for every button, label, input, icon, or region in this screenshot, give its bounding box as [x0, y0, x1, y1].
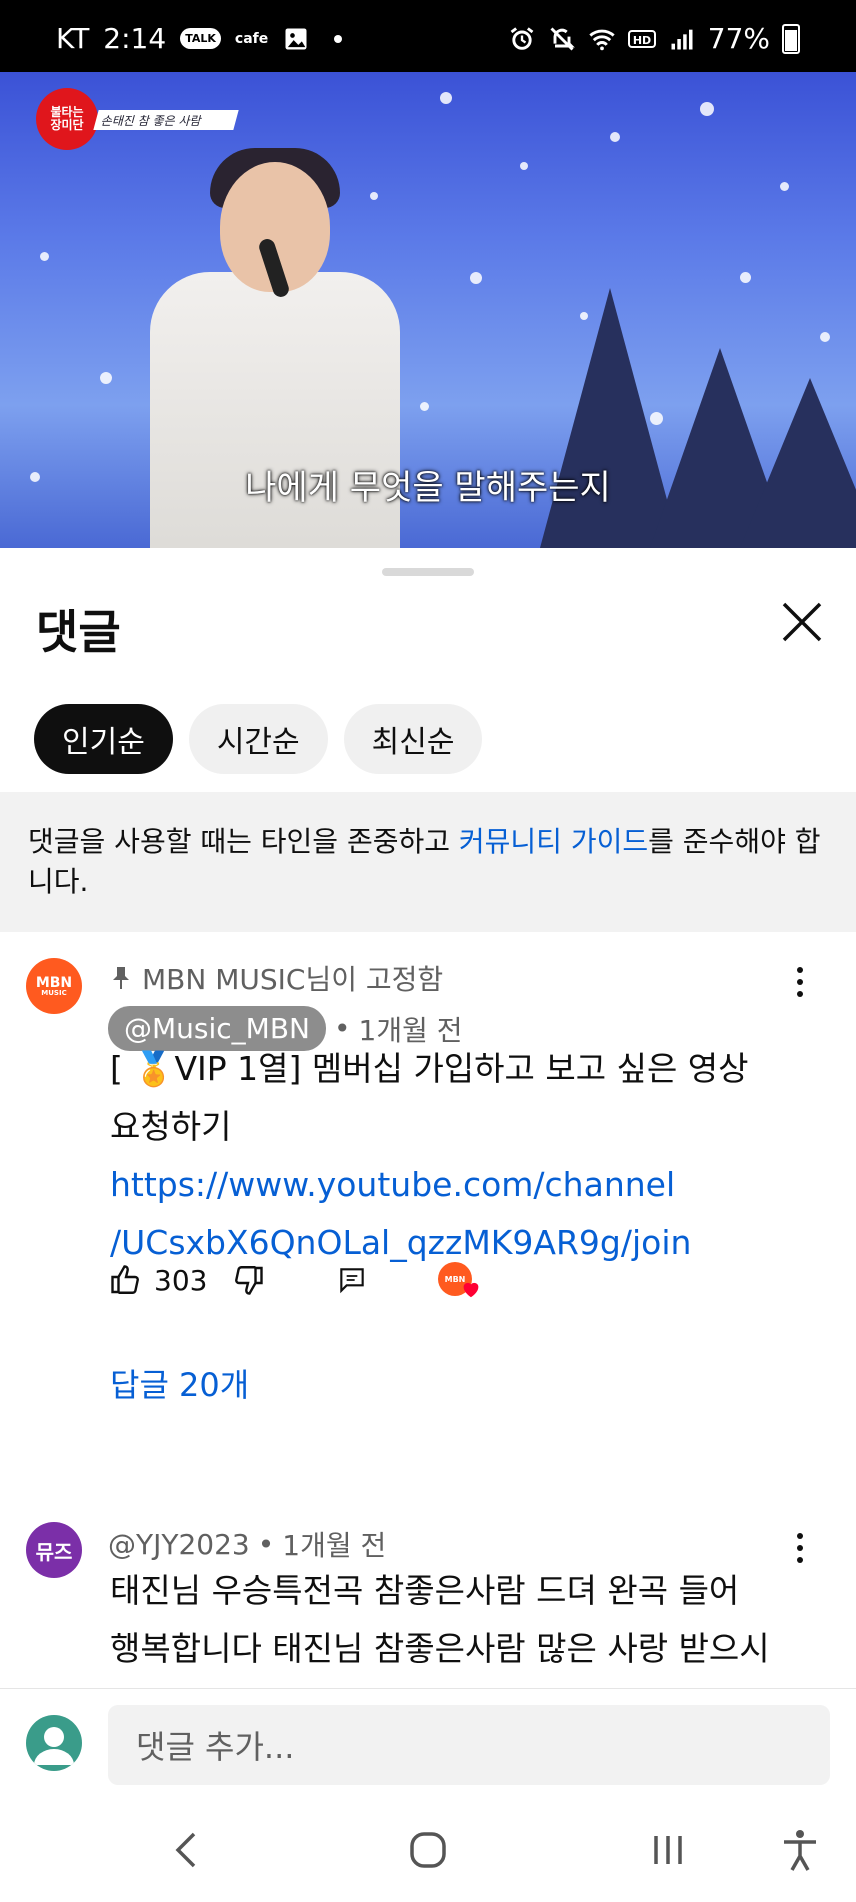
- video-subtitle: 나에게 무엇을 말해주는지: [245, 468, 611, 508]
- community-guide-link[interactable]: 커뮤니티 가이드: [459, 825, 648, 858]
- comment-input[interactable]: 댓글 추가...: [108, 1705, 830, 1785]
- hd-voice-icon: HD: [627, 29, 656, 48]
- comment-body: [ 🏅VIP 1열] 멤버십 가입하고 보고 싶은 영상 요청하기 https:…: [110, 1040, 790, 1272]
- sort-chips: 인기순 시간순 최신순: [34, 704, 483, 774]
- more-options-icon[interactable]: [790, 962, 810, 1002]
- like-icon[interactable]: [108, 1262, 144, 1298]
- recent-apps-icon[interactable]: [640, 1822, 696, 1878]
- drag-handle[interactable]: [382, 568, 474, 576]
- user-avatar-icon: [26, 1715, 82, 1771]
- battery-icon: [782, 23, 800, 54]
- comment-time: 1개월 전: [282, 1529, 387, 1562]
- notification-dot-icon: [334, 34, 343, 43]
- show-logo: 불타는 장미단: [36, 88, 98, 150]
- cafe-icon: cafe: [234, 30, 269, 47]
- gallery-icon: [285, 28, 307, 49]
- system-nav-bar: [0, 1798, 856, 1902]
- more-options-icon[interactable]: [790, 1528, 810, 1568]
- community-notice: 댓글을 사용할 때는 타인을 존중하고 커뮤니티 가이드를 준수해야 합니다.: [0, 792, 856, 932]
- svg-text:HD: HD: [633, 34, 651, 47]
- alarm-icon: [510, 26, 534, 50]
- clock: 2:14: [103, 22, 167, 55]
- like-count: 303: [154, 1263, 208, 1297]
- battery-percent: 77%: [707, 22, 770, 55]
- view-replies-button[interactable]: 답글 20개: [110, 1360, 249, 1406]
- chip-timed[interactable]: 시간순: [188, 704, 328, 774]
- heart-icon: [463, 1282, 479, 1298]
- comment-meta: @YJY2023 • 1개월 전: [108, 1524, 386, 1564]
- dislike-icon[interactable]: [230, 1262, 266, 1298]
- chip-popular[interactable]: 인기순: [34, 704, 173, 774]
- reply-icon[interactable]: [336, 1264, 368, 1296]
- carrier: KT: [56, 22, 90, 55]
- pinned-label: MBN MUSIC님이 고정함: [110, 958, 443, 998]
- comment-author[interactable]: @YJY2023: [108, 1528, 250, 1561]
- back-icon[interactable]: [160, 1822, 216, 1878]
- avatar[interactable]: MBN MUSIC: [26, 958, 82, 1014]
- comment-item: MBN MUSIC MBN MUSIC님이 고정함 @Music_MBN • 1…: [0, 932, 856, 1452]
- comment-body: 태진님 우승특전곡 참좋은사람 드뎌 완곡 들어 행복합니다 태진님 참좋은사람…: [110, 1571, 770, 1688]
- home-icon[interactable]: [400, 1822, 456, 1878]
- status-bar: KT 2:14 TALK cafe HD 77%: [0, 0, 856, 72]
- kakaotalk-icon: TALK: [180, 28, 221, 49]
- mute-icon: [550, 26, 575, 51]
- accessibility-icon[interactable]: [772, 1822, 828, 1878]
- add-comment-bar: 댓글 추가...: [0, 1688, 856, 1799]
- creator-heart: MBN: [438, 1260, 482, 1300]
- close-icon[interactable]: [774, 594, 830, 650]
- comment-actions: 303 MBN: [108, 1260, 482, 1300]
- pin-icon: [113, 967, 129, 989]
- video-player[interactable]: 불타는 장미단 손태진 참 좋은 사람 나에게 무엇을 말해주는지: [0, 72, 856, 548]
- show-caption: 손태진 참 좋은 사람: [93, 110, 239, 130]
- avatar[interactable]: 뮤즈: [26, 1522, 82, 1578]
- sheet-title: 댓글: [36, 605, 121, 659]
- notice-text: 댓글을 사용할 때는 타인을 존중하고: [28, 825, 459, 858]
- channel-join-link[interactable]: https://www.youtube.com/channel: [110, 1156, 790, 1214]
- comment-item: 뮤즈 @YJY2023 • 1개월 전 태진님 우승특전곡 참좋은사람 드뎌 완…: [0, 1508, 856, 1688]
- signal-icon: [671, 29, 693, 49]
- wifi-icon: [589, 29, 615, 50]
- chip-newest[interactable]: 최신순: [343, 704, 483, 774]
